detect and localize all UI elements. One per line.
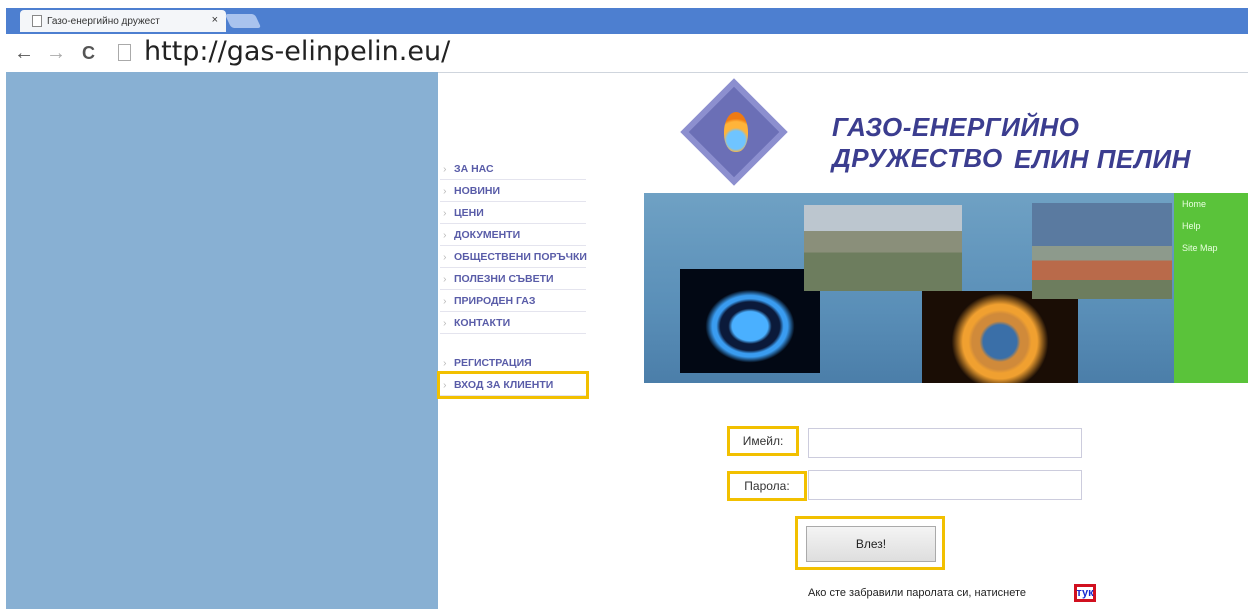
left-background-panel — [6, 72, 438, 609]
page-icon — [118, 44, 131, 61]
home-link[interactable]: Home — [1182, 199, 1206, 209]
new-tab-button[interactable] — [224, 14, 262, 28]
earth-fire-image — [922, 291, 1078, 383]
town-image — [1032, 203, 1172, 299]
gas-burner-image — [680, 269, 820, 373]
menu-item-news[interactable]: НОВИНИ — [440, 180, 586, 202]
address-bar: ← → C http://gas-elinpelin.eu/ — [6, 34, 1248, 73]
pipeline-image — [804, 205, 962, 291]
site-title-line2: ЕЛИН ПЕЛИН — [1014, 144, 1191, 174]
email-label: Имейл: — [727, 426, 799, 456]
email-field[interactable] — [808, 428, 1082, 458]
help-link[interactable]: Help — [1182, 221, 1201, 231]
menu-item-about[interactable]: ЗА НАС — [440, 158, 586, 180]
menu-item-natural-gas[interactable]: ПРИРОДЕН ГАЗ — [440, 290, 586, 312]
login-button[interactable]: Влез! — [806, 526, 936, 562]
tab-close-icon[interactable]: × — [212, 14, 218, 26]
browser-tab[interactable]: Газо-енергийно дружест × — [20, 10, 226, 32]
password-field[interactable] — [808, 470, 1082, 500]
menu-item-tips[interactable]: ПОЛЕЗНИ СЪВЕТИ — [440, 268, 586, 290]
back-icon[interactable]: ← — [14, 42, 34, 65]
password-label: Парола: — [727, 471, 807, 501]
forgot-password-text: Ако сте забравили паролата си, натиснете — [808, 587, 1027, 599]
menu-item-prices[interactable]: ЦЕНИ — [440, 202, 586, 224]
url-input[interactable]: http://gas-elinpelin.eu/ — [144, 36, 450, 67]
menu-item-procurement[interactable]: ОБЩЕСТВЕНИ ПОРЪЧКИ — [440, 246, 587, 268]
main-menu: ЗА НАС НОВИНИ ЦЕНИ ДОКУМЕНТИ ОБЩЕСТВЕНИ … — [437, 158, 589, 399]
site-map-link[interactable]: Site Map — [1182, 243, 1218, 253]
menu-item-client-login[interactable]: ВХОД ЗА КЛИЕНТИ — [437, 371, 589, 399]
banner-image — [644, 193, 1174, 383]
right-links-bar: Home Help Site Map — [1174, 193, 1248, 383]
flame-icon — [724, 112, 748, 152]
menu-item-contacts[interactable]: КОНТАКТИ — [440, 312, 586, 334]
forgot-password-link[interactable]: тук — [1074, 584, 1096, 602]
menu-item-register[interactable]: РЕГИСТРАЦИЯ — [440, 352, 586, 374]
browser-tab-bar: Газо-енергийно дружест × — [6, 8, 1248, 34]
page-icon — [32, 15, 42, 27]
reload-icon[interactable]: C — [82, 43, 95, 64]
menu-item-documents[interactable]: ДОКУМЕНТИ — [440, 224, 586, 246]
forward-icon[interactable]: → — [46, 42, 66, 65]
tab-title: Газо-енергийно дружест — [47, 15, 160, 27]
